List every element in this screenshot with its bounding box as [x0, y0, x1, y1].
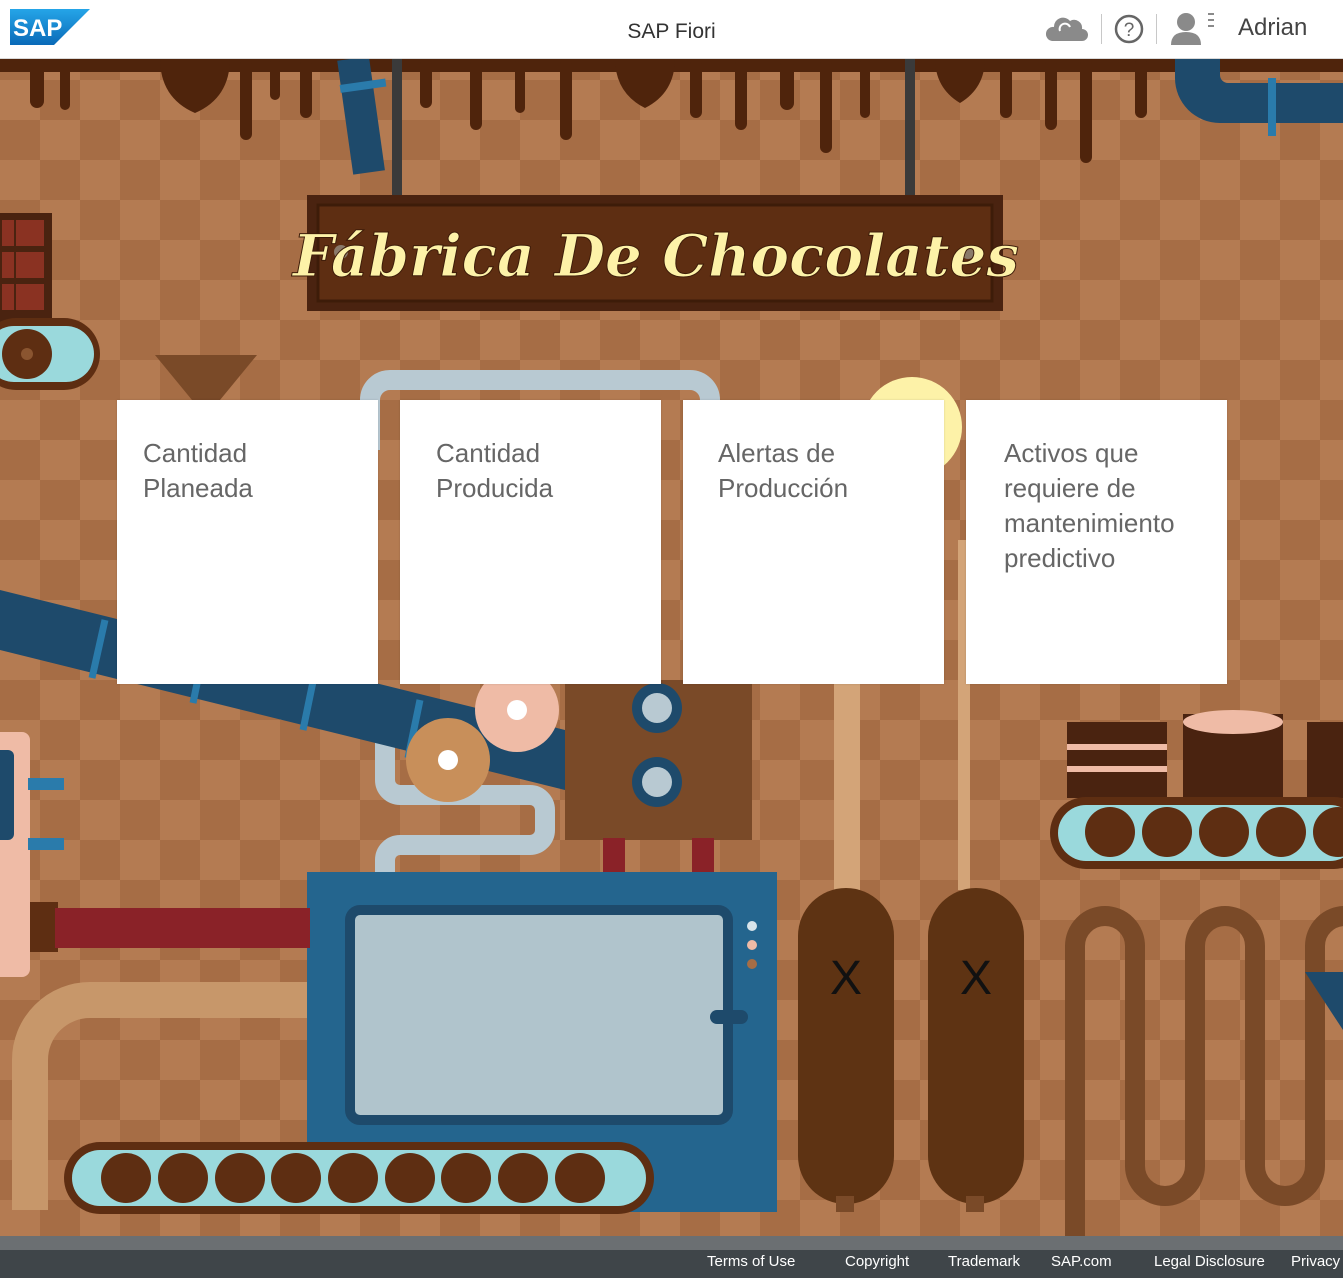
help-icon[interactable]: ? [1113, 13, 1145, 50]
tank-right [928, 888, 1024, 1212]
footer-link-trademark[interactable]: Trademark [948, 1253, 1020, 1270]
footer-link-copyright[interactable]: Copyright [845, 1253, 909, 1270]
footer-link-terms-of-use[interactable]: Terms of Use [707, 1253, 795, 1270]
tile-title: Cantidad Producida [436, 438, 554, 503]
tile-alertas-produccion[interactable]: Alertas de Producción [683, 400, 944, 684]
footer-link-privacy[interactable]: Privacy [1291, 1253, 1340, 1270]
gear-tan [406, 718, 490, 802]
tank-left [798, 888, 894, 1212]
separator [1156, 14, 1157, 44]
footer-link-sap-com[interactable]: SAP.com [1051, 1253, 1112, 1270]
tile-title: Cantidad Planeada [143, 438, 253, 503]
separator [1101, 14, 1102, 44]
user-icon[interactable] [1168, 10, 1220, 53]
footer-link-legal-disclosure[interactable]: Legal Disclosure [1154, 1253, 1265, 1270]
cloud-icon[interactable] [1045, 13, 1088, 50]
tile-activos-mantenimiento[interactable]: Activos que requiere de mantenimiento pr… [966, 400, 1227, 684]
shell-bar: SAP SAP Fiori ? Adrian [0, 0, 1343, 59]
tile-cantidad-producida[interactable]: Cantidad Producida [400, 400, 661, 684]
tank-label-right: X [960, 952, 992, 1005]
footer: Terms of Use Copyright Trademark SAP.com… [0, 1236, 1343, 1278]
banner-title: Fábrica De Chocolates [291, 222, 1019, 290]
user-name[interactable]: Adrian [1238, 14, 1307, 42]
tile-cantidad-planeada[interactable]: Cantidad Planeada [117, 400, 378, 684]
factory-banner: Fábrica De Chocolates [290, 195, 1020, 311]
tile-title: Activos que requiere de mantenimiento pr… [1004, 438, 1175, 573]
svg-text:?: ? [1124, 20, 1135, 41]
tile-title: Alertas de Producción [718, 438, 849, 503]
tank-label-left: X [830, 952, 862, 1005]
